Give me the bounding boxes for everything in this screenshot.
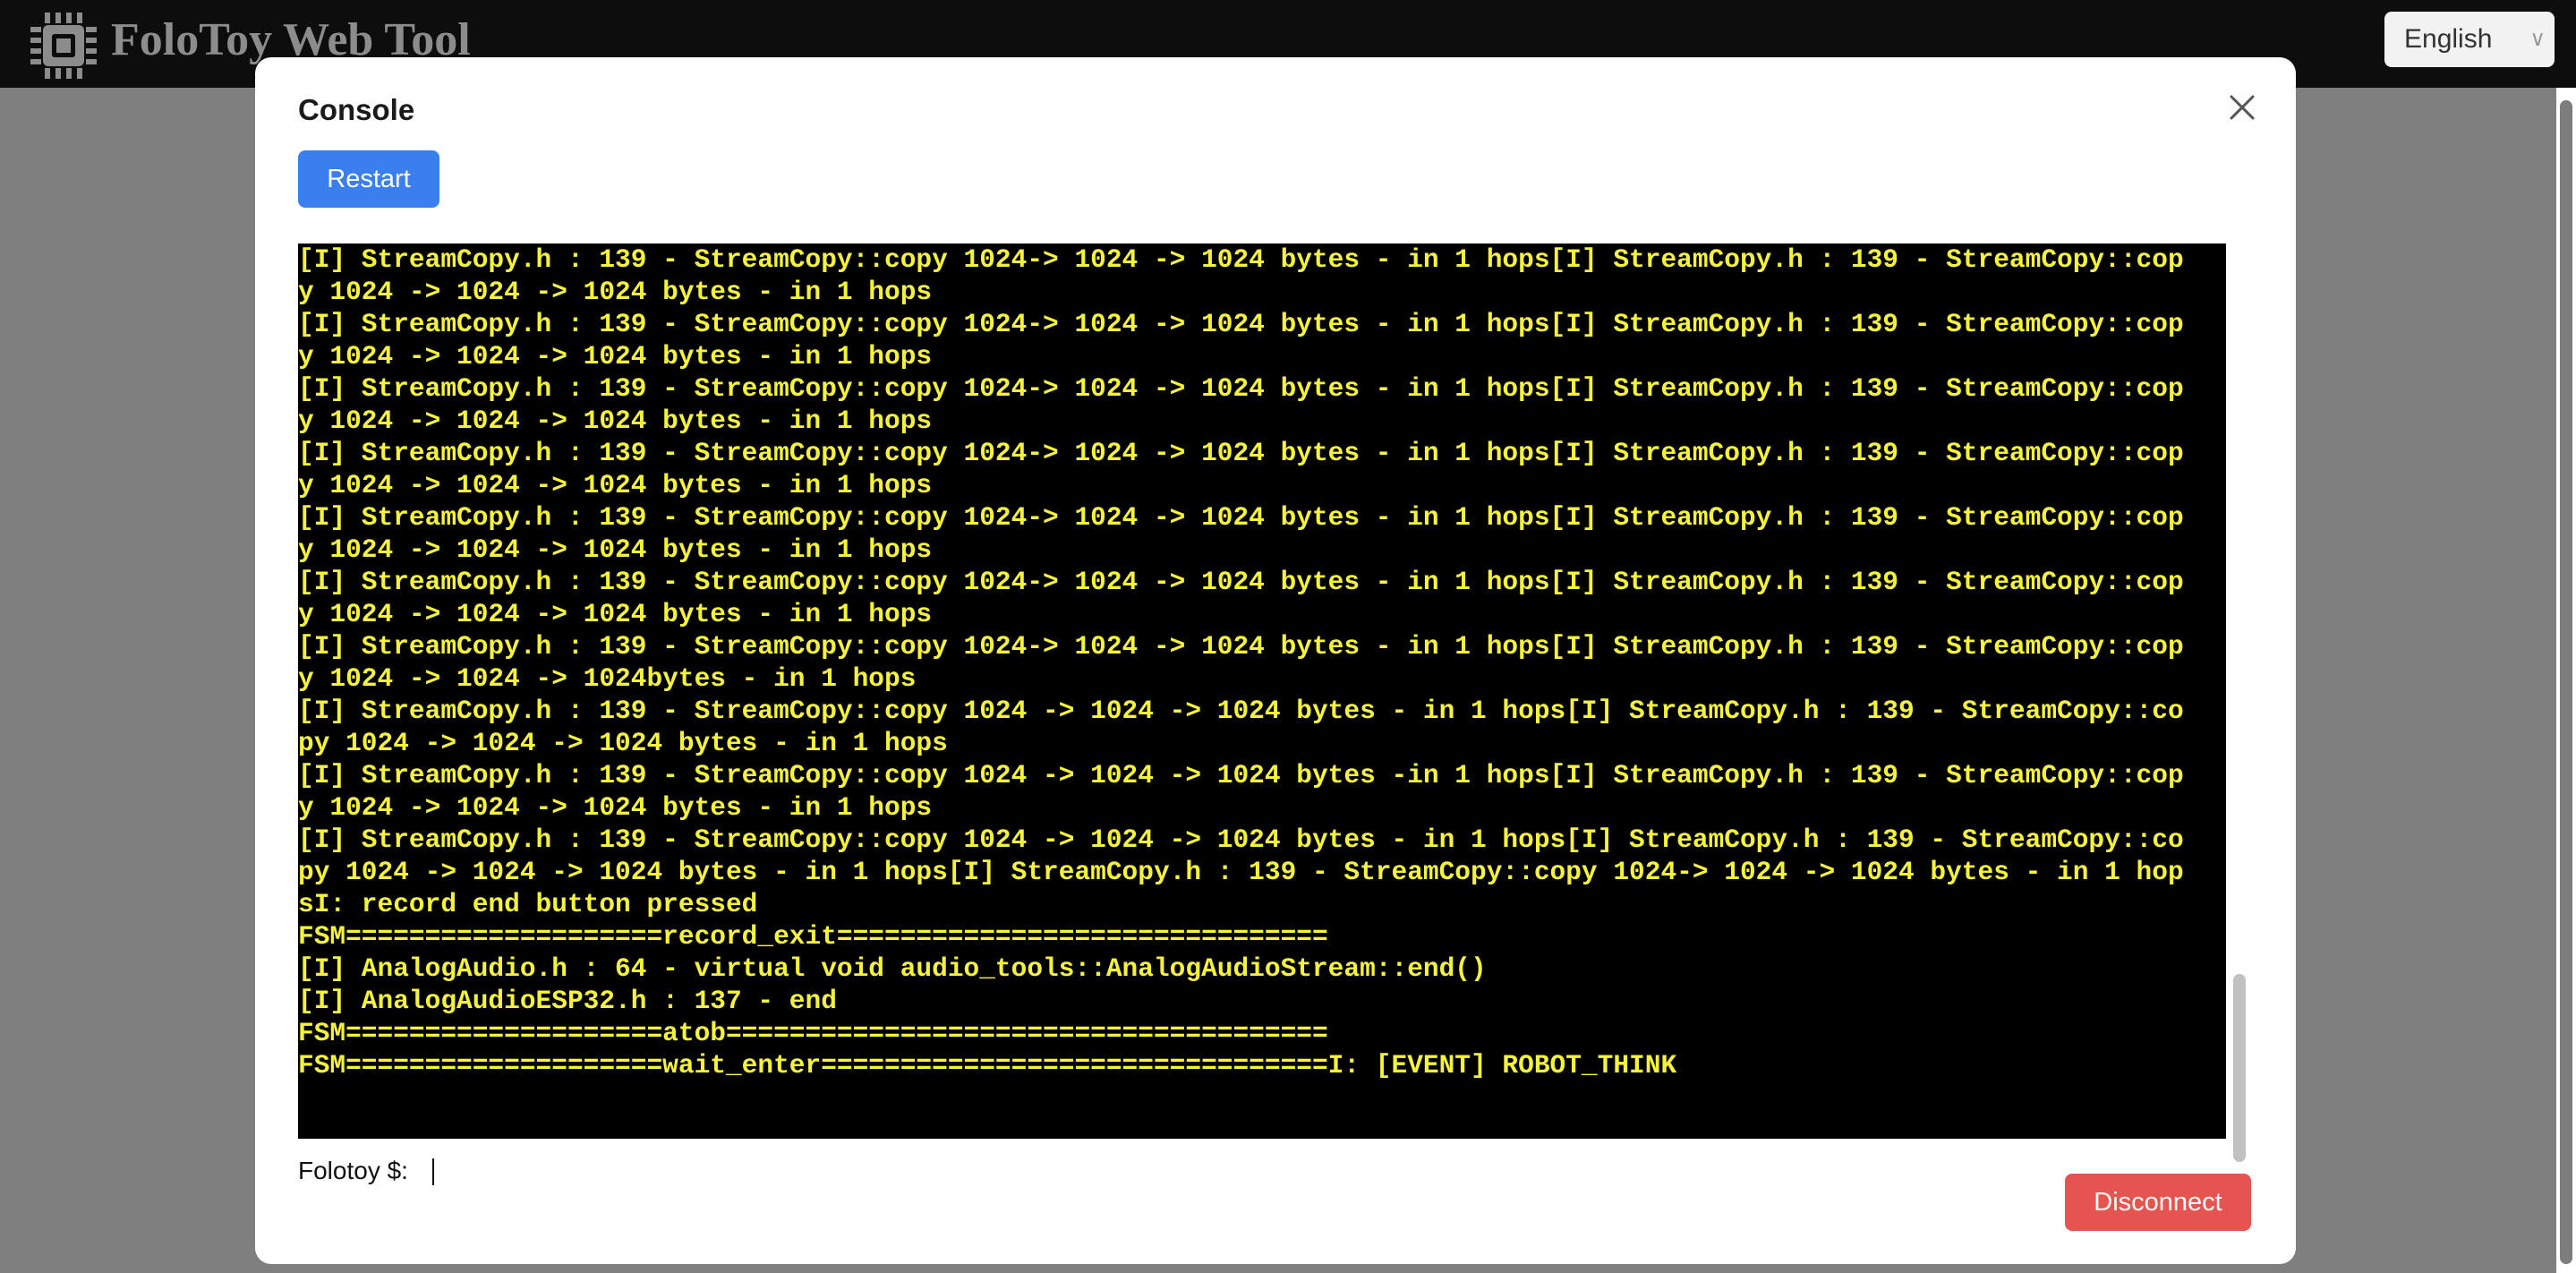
console-log-line: y 1024 -> 1024 -> 1024 bytes - in 1 hops xyxy=(298,599,933,629)
console-panel: [I] StreamCopy.h : 139 - StreamCopy::cop… xyxy=(298,243,2253,1162)
console-log-line: [I] StreamCopy.h : 139 - StreamCopy::cop… xyxy=(298,438,2184,468)
console-log-line: y 1024 -> 1024 -> 1024bytes - in 1 hops xyxy=(298,663,917,694)
chip-icon xyxy=(30,13,97,79)
prompt-label: Folotoy $: xyxy=(298,1157,408,1184)
console-log-line: [I] StreamCopy.h : 139 - StreamCopy::cop… xyxy=(298,824,2184,855)
console-log-line: y 1024 -> 1024 -> 1024 bytes - in 1 hops xyxy=(298,277,933,307)
console-log-line: [I] StreamCopy.h : 139 - StreamCopy::cop… xyxy=(298,309,2184,339)
console-log-line: [I] StreamCopy.h : 139 - StreamCopy::cop… xyxy=(298,373,2184,404)
restart-button[interactable]: Restart xyxy=(298,150,439,208)
console-log-line: [I] StreamCopy.h : 139 - StreamCopy::cop… xyxy=(298,567,2184,597)
console-prompt: Folotoy $: xyxy=(298,1157,2226,1214)
console-log-line: FSM====================record_exit======… xyxy=(298,921,1328,952)
console-log-line: y 1024 -> 1024 -> 1024 bytes - in 1 hops xyxy=(298,341,933,372)
console-log-line: FSM====================wait_enter=======… xyxy=(298,1050,1677,1081)
language-value: English xyxy=(2404,24,2493,54)
language-select[interactable]: English ∨ xyxy=(2384,12,2555,67)
console-log-line: [I] StreamCopy.h : 139 - StreamCopy::cop… xyxy=(298,760,2184,790)
console-log-line: y 1024 -> 1024 -> 1024 bytes - in 1 hops xyxy=(298,792,933,823)
command-input[interactable] xyxy=(432,1158,2137,1187)
console-log: [I] StreamCopy.h : 139 - StreamCopy::cop… xyxy=(298,243,2226,1081)
modal-title: Console xyxy=(298,93,415,126)
console-log-line: [I] StreamCopy.h : 139 - StreamCopy::cop… xyxy=(298,696,2184,726)
console-log-line: [I] StreamCopy.h : 139 - StreamCopy::cop… xyxy=(298,244,2184,275)
console-output[interactable]: [I] StreamCopy.h : 139 - StreamCopy::cop… xyxy=(298,243,2226,1139)
console-scrollbar-thumb[interactable] xyxy=(2233,974,2246,1162)
console-log-line: y 1024 -> 1024 -> 1024 bytes - in 1 hops xyxy=(298,534,933,565)
console-log-line: [I] StreamCopy.h : 139 - StreamCopy::cop… xyxy=(298,631,2184,662)
disconnect-button[interactable]: Disconnect xyxy=(2065,1174,2251,1231)
console-log-line: y 1024 -> 1024 -> 1024 bytes - in 1 hops xyxy=(298,406,933,436)
close-icon[interactable] xyxy=(2224,90,2260,125)
console-log-line: FSM====================atob=============… xyxy=(298,1018,1328,1048)
console-log-line: py 1024 -> 1024 -> 1024 bytes - in 1 hop… xyxy=(298,857,2184,887)
console-log-line: [I] AnalogAudioESP32.h : 137 - end xyxy=(298,986,837,1016)
console-modal: Console Restart [I] StreamCopy.h : 139 -… xyxy=(255,57,2296,1264)
console-log-line: py 1024 -> 1024 -> 1024 bytes - in 1 hop… xyxy=(298,728,948,758)
console-log-line: y 1024 -> 1024 -> 1024 bytes - in 1 hops xyxy=(298,470,933,500)
console-log-line: [I] AnalogAudio.h : 64 - virtual void au… xyxy=(298,953,1487,984)
console-log-line: [I] StreamCopy.h : 139 - StreamCopy::cop… xyxy=(298,502,2184,533)
text-caret xyxy=(432,1158,434,1185)
console-log-line: sI: record end button pressed xyxy=(298,889,758,919)
page-scrollbar-thumb[interactable] xyxy=(2560,100,2572,1264)
chevron-down-icon: ∨ xyxy=(2529,27,2546,51)
